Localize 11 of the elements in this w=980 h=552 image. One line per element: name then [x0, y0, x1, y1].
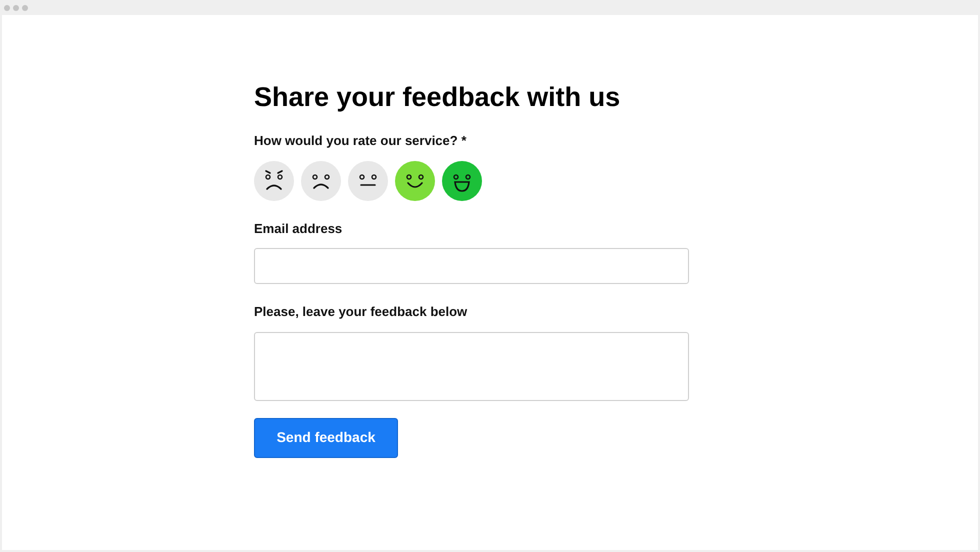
- feedback-label: Please, leave your feedback below: [254, 303, 468, 321]
- delighted-face-icon[interactable]: [442, 160, 482, 200]
- angry-face-icon[interactable]: [254, 160, 294, 200]
- neutral-face-icon[interactable]: [348, 160, 388, 200]
- sad-face-icon[interactable]: [301, 160, 341, 200]
- happy-face-icon[interactable]: [395, 160, 435, 200]
- page-title: Share your feedback with us: [254, 81, 622, 113]
- send-feedback-button[interactable]: Send feedback: [254, 418, 398, 458]
- email-input-field[interactable]: [254, 248, 689, 284]
- rating-label: How would you rate our service? *: [254, 132, 468, 150]
- email-label: Email address: [254, 220, 344, 238]
